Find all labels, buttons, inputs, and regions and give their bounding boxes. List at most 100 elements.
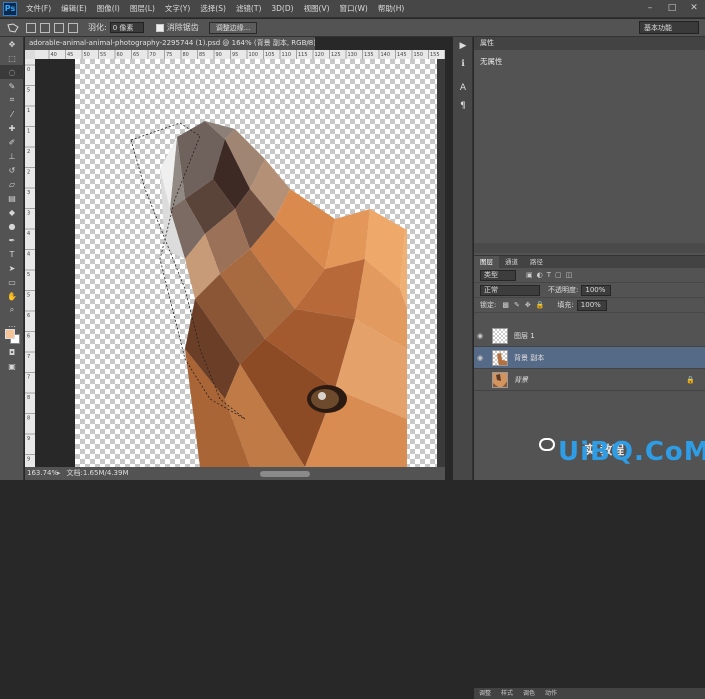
refine-edge-button[interactable]: 调整边缘... <box>208 21 258 34</box>
menu-view[interactable]: 视图(V) <box>299 3 335 14</box>
add-selection-icon[interactable] <box>40 22 50 33</box>
canvas-area[interactable] <box>35 59 445 467</box>
subtract-selection-icon[interactable] <box>54 22 64 33</box>
document-tab[interactable]: adorable-animal-animal-photography-22957… <box>25 37 315 50</box>
feather-input[interactable]: 0 像素 <box>109 22 144 33</box>
minimize-button[interactable]: – <box>639 0 661 16</box>
ruler-label: 8 <box>27 416 30 422</box>
tab-actions[interactable]: 动作 <box>540 688 562 699</box>
quick-mask-icon[interactable]: ◘ <box>0 345 24 359</box>
layer-filter-select[interactable]: 类型 <box>480 269 516 281</box>
hand-tool-icon[interactable]: ✋ <box>0 289 24 303</box>
history-brush-icon[interactable]: ↺ <box>0 163 24 177</box>
dog-artwork <box>130 121 407 467</box>
layer-item[interactable]: ▫ 背景 🔒 <box>474 369 705 391</box>
move-tool-icon[interactable]: ✥ <box>0 37 24 51</box>
menu-image[interactable]: 图像(I) <box>92 3 125 14</box>
ruler-label: 150 <box>414 52 424 58</box>
menu-type[interactable]: 文字(Y) <box>160 3 195 14</box>
layer-thumbnail <box>492 327 508 344</box>
ruler-label: 120 <box>315 52 325 58</box>
crop-tool-icon[interactable]: ⌗ <box>0 93 24 107</box>
type-tool-icon[interactable]: T <box>0 247 24 261</box>
tab-channels[interactable]: 通道 <box>499 256 524 268</box>
ruler-label: 2 <box>27 149 30 155</box>
ruler-label: 9 <box>27 436 30 442</box>
quick-select-tool-icon[interactable]: ✎ <box>0 79 24 93</box>
menu-help[interactable]: 帮助(H) <box>373 3 410 14</box>
zoom-tool-icon[interactable]: ⌕ <box>0 303 24 317</box>
horizontal-scrollbar-thumb[interactable] <box>260 471 310 477</box>
tab-styles[interactable]: 样式 <box>496 688 518 699</box>
visibility-eye-icon[interactable]: ◉ <box>474 354 486 362</box>
ruler-label: 7 <box>27 375 30 381</box>
layer-item-active[interactable]: ◉ 背景 副本 <box>474 347 705 369</box>
blend-mode-select[interactable]: 正常 <box>480 284 540 296</box>
layer-thumbnail <box>492 349 508 366</box>
path-select-icon[interactable]: ➤ <box>0 261 24 275</box>
tab-swatches[interactable]: 调色 <box>518 688 540 699</box>
antialias-checkbox[interactable] <box>155 23 164 32</box>
menu-filter[interactable]: 滤镜(T) <box>231 3 266 14</box>
screen-mode-icon[interactable]: ▣ <box>0 359 24 373</box>
visibility-eye-icon[interactable]: ◉ <box>474 332 486 340</box>
ruler-label: 8 <box>27 395 30 401</box>
layer-name: 背景 <box>514 375 528 384</box>
properties-tab[interactable]: 属性 <box>474 37 705 50</box>
filter-icons[interactable]: ▣◐T▢◫ <box>526 271 576 279</box>
menu-select[interactable]: 选择(S) <box>195 3 231 14</box>
menu-file[interactable]: 文件(F) <box>21 3 56 14</box>
layer-item[interactable]: ◉ 图层 1 <box>474 325 705 347</box>
tab-paths[interactable]: 路径 <box>524 256 549 268</box>
ruler-label: 4 <box>27 252 30 258</box>
history-panel-icon[interactable]: ▶ <box>453 37 473 55</box>
menu-edit[interactable]: 编辑(E) <box>56 3 92 14</box>
close-button[interactable]: ✕ <box>683 0 705 16</box>
foreground-color-swatch[interactable] <box>5 329 15 339</box>
horizontal-ruler-ticks: 40 45 50 55 60 65 70 75 80 85 90 95 100 105 110 115 120 1… <box>48 50 445 59</box>
ruler-label: 1 <box>27 129 30 135</box>
brush-tool-icon[interactable]: ✐ <box>0 135 24 149</box>
tab-layers[interactable]: 图层 <box>474 256 499 268</box>
intersect-selection-icon[interactable] <box>68 22 78 33</box>
ruler-label: 55 <box>100 52 106 58</box>
dodge-tool-icon[interactable]: ● <box>0 219 24 233</box>
ruler-label: 9 <box>27 457 30 463</box>
pen-tool-icon[interactable]: ✒ <box>0 233 24 247</box>
ruler-corner <box>25 50 35 59</box>
lock-label: 锁定: <box>480 301 497 309</box>
watermark-bubble-icon <box>539 438 555 451</box>
maximize-button[interactable]: □ <box>661 0 683 16</box>
ruler-label: 2 <box>27 170 30 176</box>
clone-stamp-icon[interactable]: ⊥ <box>0 149 24 163</box>
tab-adjustments[interactable]: 调整 <box>474 688 496 699</box>
menu-window[interactable]: 窗口(W) <box>335 3 373 14</box>
gradient-tool-icon[interactable]: ▤ <box>0 191 24 205</box>
healing-brush-icon[interactable]: ✚ <box>0 121 24 135</box>
fill-input[interactable]: 100% <box>576 299 607 311</box>
lock-icons[interactable]: ▩✎✥🔒 <box>502 301 549 309</box>
vertical-scrollbar[interactable] <box>437 59 445 467</box>
ruler-label: 125 <box>331 52 341 58</box>
eyedropper-tool-icon[interactable]: ⁄ <box>0 107 24 121</box>
shape-tool-icon[interactable]: ▭ <box>0 275 24 289</box>
marquee-tool-icon[interactable]: ⬚ <box>0 51 24 65</box>
opacity-input[interactable]: 100% <box>581 284 612 296</box>
lasso-tool-icon[interactable]: ◌ <box>0 65 24 79</box>
close-document-icon[interactable]: × <box>305 37 311 50</box>
paragraph-panel-icon[interactable]: ¶ <box>453 97 473 115</box>
eraser-tool-icon[interactable]: ▱ <box>0 177 24 191</box>
menu-layer[interactable]: 图层(L) <box>125 3 160 14</box>
workspace-select[interactable]: 基本功能 <box>639 21 699 34</box>
menu-3d[interactable]: 3D(D) <box>266 4 298 13</box>
visibility-off-icon[interactable]: ▫ <box>474 376 486 384</box>
polygonal-lasso-icon[interactable] <box>4 21 22 35</box>
ruler-label: 130 <box>348 52 358 58</box>
info-panel-icon[interactable]: ℹ <box>453 55 473 73</box>
document-window: adorable-animal-animal-photography-22957… <box>25 37 445 480</box>
ruler-label: 5 <box>27 293 30 299</box>
character-panel-icon[interactable]: A <box>453 79 473 97</box>
zoom-level[interactable]: 163.74% <box>25 467 58 480</box>
new-selection-icon[interactable] <box>26 22 36 33</box>
blur-tool-icon[interactable]: ◆ <box>0 205 24 219</box>
